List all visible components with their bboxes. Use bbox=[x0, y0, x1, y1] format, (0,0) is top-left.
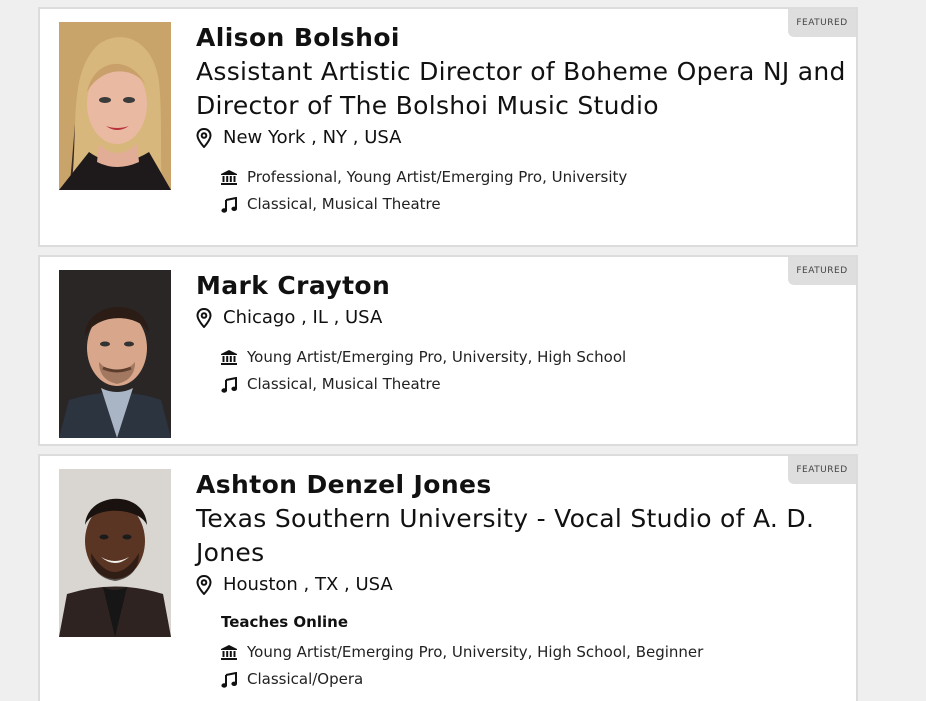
music-note-icon bbox=[221, 376, 247, 393]
music-note-icon bbox=[221, 196, 247, 213]
teacher-genres: Classical, Musical Theatre bbox=[247, 375, 441, 393]
teacher-location: New York , NY , USA bbox=[223, 127, 402, 148]
teacher-location: Chicago , IL , USA bbox=[223, 307, 383, 328]
teacher-location: Houston , TX , USA bbox=[223, 574, 393, 595]
teacher-name[interactable]: Ashton Denzel Jones bbox=[196, 468, 846, 502]
teacher-name[interactable]: Alison Bolshoi bbox=[196, 21, 846, 55]
teacher-name[interactable]: Mark Crayton bbox=[196, 269, 846, 303]
teacher-photo[interactable] bbox=[59, 469, 171, 637]
teacher-levels: Professional, Young Artist/Emerging Pro,… bbox=[247, 168, 628, 186]
institution-icon bbox=[221, 645, 247, 660]
institution-icon bbox=[221, 350, 247, 365]
teacher-genres: Classical/Opera bbox=[247, 670, 364, 688]
teacher-levels: Young Artist/Emerging Pro, University, H… bbox=[247, 348, 627, 366]
teacher-photo[interactable] bbox=[59, 22, 171, 190]
teacher-photo[interactable] bbox=[59, 270, 171, 438]
teacher-levels: Young Artist/Emerging Pro, University, H… bbox=[247, 643, 704, 661]
map-pin-icon bbox=[196, 575, 223, 595]
teaches-online-label: Teaches Online bbox=[221, 613, 348, 631]
teacher-card[interactable]: FEATURED Ashton Denzel Jones Texas South… bbox=[38, 454, 858, 701]
teacher-card[interactable]: FEATURED Mark Crayton Chicago , IL , USA bbox=[38, 255, 858, 446]
teacher-subtitle: Texas Southern University - Vocal Studio… bbox=[196, 504, 815, 567]
teacher-card[interactable]: FEATURED Alison Bolshoi Assistant Artist… bbox=[38, 7, 858, 247]
teacher-subtitle: Assistant Artistic Director of Boheme Op… bbox=[196, 57, 846, 120]
institution-icon bbox=[221, 170, 247, 185]
teacher-genres: Classical, Musical Theatre bbox=[247, 195, 441, 213]
music-note-icon bbox=[221, 671, 247, 688]
map-pin-icon bbox=[196, 128, 223, 148]
map-pin-icon bbox=[196, 308, 223, 328]
